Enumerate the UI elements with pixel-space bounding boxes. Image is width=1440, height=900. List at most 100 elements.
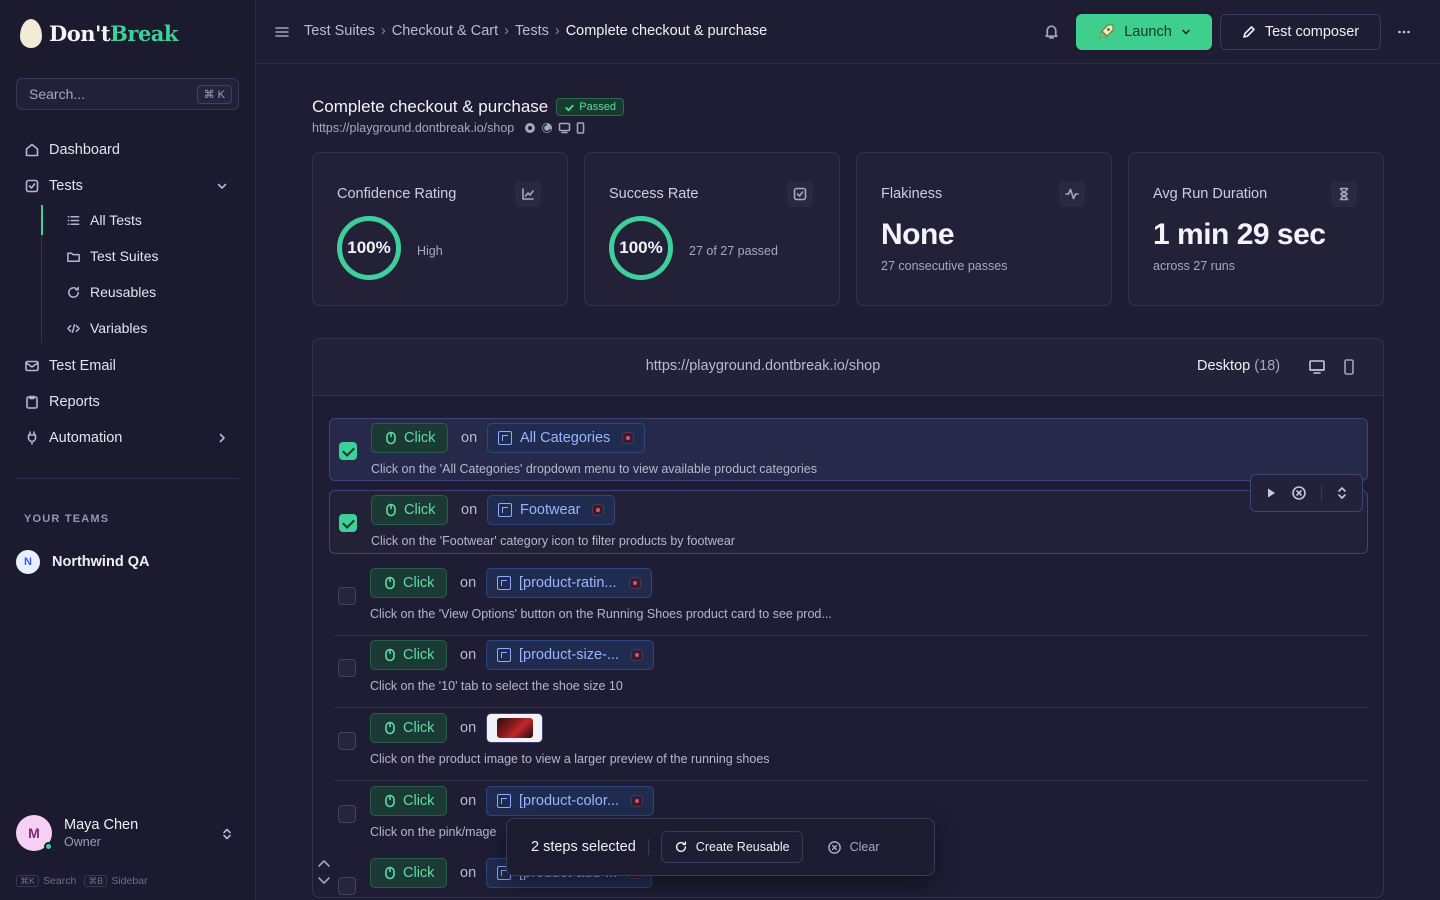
shoe-image: [496, 718, 533, 738]
mouse-icon: [385, 794, 395, 808]
sidebar-item-label: Automation: [49, 430, 123, 446]
hint-search: ⌘K Search: [16, 875, 76, 887]
step-description: Click on the pink/mage: [370, 825, 497, 839]
step-checkbox[interactable]: [338, 659, 356, 677]
user-menu[interactable]: M Maya Chen Owner: [16, 815, 240, 851]
step-description: Click on the '10' tab to select the shoe…: [370, 679, 623, 693]
bar-divider: [647, 839, 649, 855]
chevron-updown-icon[interactable]: [316, 859, 332, 885]
create-reusable-button[interactable]: Create Reusable: [660, 831, 803, 863]
sidebar-search[interactable]: ⌘ K: [16, 78, 239, 110]
step-row[interactable]: Click on [product-ratin... Click on the …: [329, 564, 1368, 636]
chevron-updown-icon[interactable]: [220, 827, 234, 841]
check-icon: [565, 104, 574, 111]
keyboard-hints: ⌘K Search ⌘B Sidebar: [16, 875, 148, 887]
sidebar-item-test-suites[interactable]: Test Suites: [58, 240, 238, 272]
sidebar-item-all-tests[interactable]: All Tests: [58, 204, 238, 236]
firefox-icon: [542, 123, 553, 133]
success-note: 27 of 27 passed: [689, 244, 778, 258]
search-input[interactable]: [29, 86, 197, 102]
step-target-chip[interactable]: Footwear: [487, 495, 616, 525]
breadcrumb-item[interactable]: Tests: [515, 23, 549, 39]
chevron-right-icon: ›: [380, 23, 386, 39]
step-row[interactable]: Click on [product-size-... Click on the …: [329, 636, 1368, 708]
chevron-updown-icon[interactable]: [1335, 486, 1349, 500]
chevron-down-icon: [1181, 29, 1190, 35]
team-item[interactable]: N Northwind QA: [16, 550, 149, 574]
on-label: on: [460, 647, 477, 663]
sidebar-item-test-email[interactable]: Test Email: [16, 350, 239, 382]
step-row[interactable]: Click on All Categories Click on the 'Al…: [329, 418, 1368, 481]
more-horizontal-icon[interactable]: [1396, 24, 1412, 40]
chevron-right-icon[interactable]: [215, 431, 229, 445]
clear-selection-button[interactable]: Clear: [827, 840, 879, 855]
duration-value: 1 min 29 sec: [1153, 218, 1326, 251]
mobile-icon[interactable]: [1342, 358, 1356, 376]
sidebar-item-variables[interactable]: Variables: [58, 312, 238, 344]
rocket-icon: [1098, 24, 1114, 40]
element-select-icon: [498, 431, 512, 445]
breadcrumb-item[interactable]: Test Suites: [304, 23, 375, 39]
close-circle-icon[interactable]: [1291, 485, 1307, 501]
step-checkbox[interactable]: [338, 877, 356, 895]
mouse-icon: [385, 721, 395, 735]
viewport-selector[interactable]: Desktop (18): [1197, 358, 1280, 374]
step-description: Click on the 'Footwear' category icon to…: [371, 534, 735, 548]
card-label: Avg Run Duration: [1153, 186, 1268, 202]
step-row[interactable]: Click on Click on the product image to v…: [329, 709, 1368, 781]
chart-icon: [515, 181, 541, 207]
step-checkbox[interactable]: [339, 514, 357, 532]
sidebar-item-reports[interactable]: Reports: [16, 386, 239, 418]
step-action-chip[interactable]: Click: [370, 568, 448, 598]
step-action-chip[interactable]: Click: [370, 713, 448, 743]
step-hover-toolbar: [1250, 474, 1363, 512]
success-ring: 100%: [609, 216, 673, 280]
test-composer-button[interactable]: Test composer: [1220, 14, 1381, 50]
topbar: Test Suites › Checkout & Cart › Tests › …: [256, 0, 1440, 64]
search-shortcut: ⌘ K: [196, 84, 232, 104]
page-title-row: Complete checkout & purchase Passed: [312, 97, 624, 117]
step-checkbox[interactable]: [338, 805, 356, 823]
step-target-chip[interactable]: [product-size-...: [486, 640, 654, 670]
sidebar-item-dashboard[interactable]: Dashboard: [16, 134, 239, 166]
sidebar-divider: [16, 478, 239, 479]
step-target-chip[interactable]: [product-color...: [486, 786, 654, 816]
step-action-chip[interactable]: Click: [370, 786, 448, 816]
step-checkbox[interactable]: [338, 587, 356, 605]
sidebar-item-automation[interactable]: Automation: [16, 422, 239, 454]
test-url[interactable]: https://playground.dontbreak.io/shop: [312, 121, 514, 135]
page-title: Complete checkout & purchase: [312, 97, 549, 116]
product-image-thumbnail[interactable]: [486, 713, 543, 743]
chevron-down-icon[interactable]: [215, 179, 229, 193]
team-avatar: N: [16, 550, 40, 574]
mouse-icon: [385, 648, 395, 662]
menu-icon[interactable]: [274, 24, 290, 40]
team-name: Northwind QA: [52, 554, 150, 570]
step-target-chip[interactable]: [product-ratin...: [486, 568, 652, 598]
step-action-chip[interactable]: Click: [371, 423, 449, 453]
on-label: on: [461, 430, 478, 446]
confidence-card: Confidence Rating 100% High: [312, 152, 568, 306]
sidebar-item-reusables[interactable]: Reusables: [58, 276, 238, 308]
online-status-dot: [44, 842, 53, 851]
refresh-icon: [68, 286, 79, 298]
bell-icon[interactable]: [1043, 23, 1060, 40]
breadcrumb-item[interactable]: Checkout & Cart: [392, 23, 498, 39]
step-checkbox[interactable]: [338, 732, 356, 750]
sidebar-item-tests[interactable]: Tests: [16, 170, 239, 202]
step-row[interactable]: Click on Footwear Click on the 'Footwear…: [329, 490, 1368, 554]
sidebar-item-label: Reusables: [90, 284, 157, 300]
step-action-chip[interactable]: Click: [370, 640, 448, 670]
play-icon[interactable]: [1264, 486, 1278, 500]
sidebar: Don'tBreak ⌘ K Dashboard Tests All Tests…: [0, 0, 256, 900]
launch-button[interactable]: Launch: [1076, 14, 1212, 50]
step-action-chip[interactable]: Click: [371, 495, 449, 525]
step-checkbox[interactable]: [339, 442, 357, 460]
activity-icon: [1059, 181, 1085, 207]
logo[interactable]: Don'tBreak: [20, 19, 178, 48]
step-target-chip[interactable]: All Categories: [487, 423, 646, 453]
refresh-icon: [675, 841, 686, 853]
step-action-chip[interactable]: Click: [370, 858, 448, 888]
flakiness-card: Flakiness None 27 consecutive passes: [856, 152, 1112, 306]
desktop-icon[interactable]: [1308, 358, 1326, 376]
